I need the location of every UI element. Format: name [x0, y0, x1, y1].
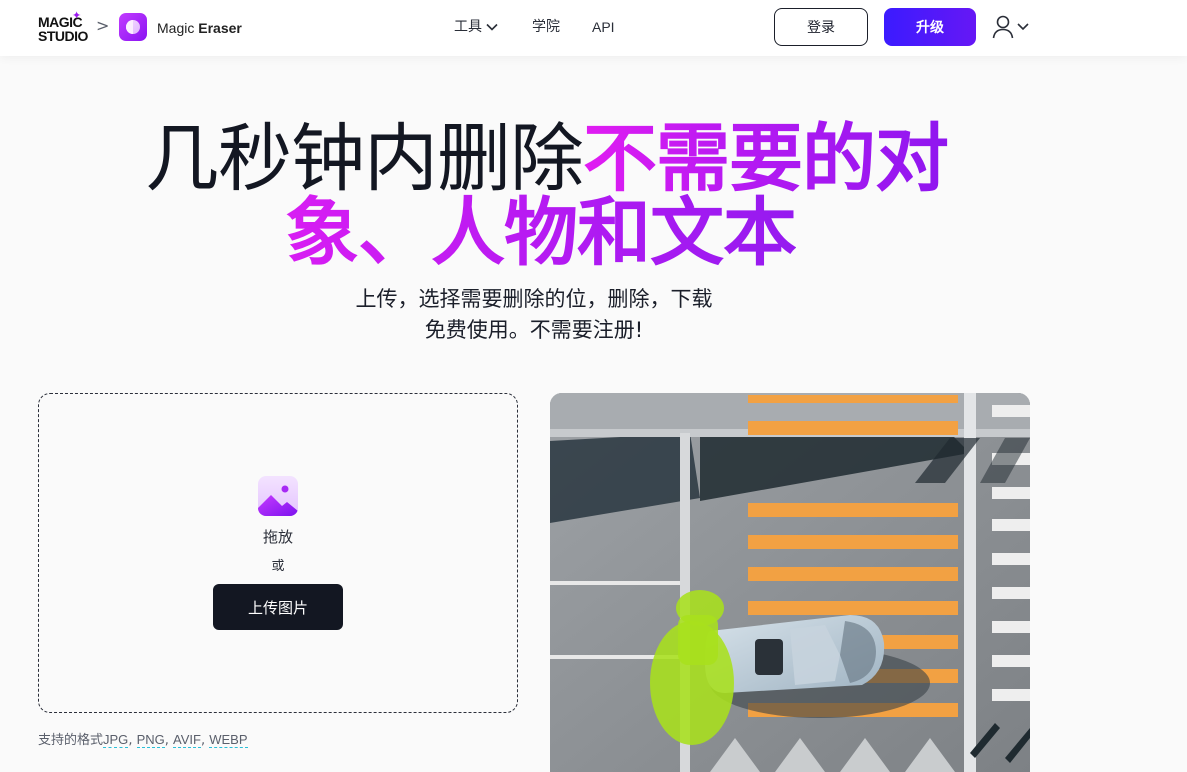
- breadcrumb-separator: >: [96, 16, 110, 35]
- product-name-bold: Eraser: [198, 20, 242, 36]
- hero-subtitle-line-2: 免费使用。不需要注册!: [424, 318, 644, 342]
- upload-dropzone[interactable]: 拖放 或 上传图片: [38, 393, 518, 713]
- login-button[interactable]: 登录: [774, 8, 868, 46]
- hero-title-line-2: 象、人物和文本: [285, 190, 797, 276]
- formats-prefix: 支持的格式: [38, 733, 104, 748]
- nav-tools-label: 工具: [454, 19, 482, 35]
- image-icon: [258, 476, 298, 516]
- street-car-illustration: [550, 393, 1030, 772]
- hero-title-highlight-2: 象、人物和文本: [285, 190, 797, 276]
- magic-eraser-icon[interactable]: [119, 13, 147, 41]
- nav-tools-menu[interactable]: 工具: [454, 17, 498, 37]
- hero-title-line-1: 几秒钟内删除不需要的对: [145, 117, 949, 201]
- logo-text-studio: STUDIO: [38, 28, 88, 44]
- sparkle-icon: ✦: [72, 9, 82, 22]
- product-name-prefix: Magic: [157, 20, 195, 36]
- demo-preview-image: [550, 393, 1030, 772]
- user-icon: [992, 15, 1029, 39]
- nav-api-link[interactable]: API: [592, 17, 615, 37]
- upgrade-button[interactable]: 升级: [884, 8, 976, 46]
- format-webp[interactable]: WEBP: [209, 732, 248, 748]
- format-png[interactable]: PNG: [136, 732, 165, 748]
- user-menu-button[interactable]: [992, 14, 1032, 40]
- supported-formats: 支持的格式JPG, PNG, AVIF, WEBP: [38, 732, 248, 748]
- top-header: MAGIC STUDIO ✦ > Magic Eraser 工具 学院 API …: [0, 0, 1187, 56]
- format-jpg[interactable]: JPG: [103, 732, 129, 748]
- nav-academy-link[interactable]: 学院: [532, 17, 560, 37]
- product-name[interactable]: Magic Eraser: [157, 18, 242, 38]
- drag-drop-label: 拖放: [262, 528, 293, 546]
- magic-studio-logo[interactable]: MAGIC STUDIO ✦: [38, 9, 90, 44]
- chevron-down-icon: [486, 17, 498, 37]
- hero-subtitle-line-1: 上传，选择需要删除的位，删除，下载: [355, 287, 713, 311]
- or-label: 或: [271, 559, 285, 574]
- upload-image-button[interactable]: 上传图片: [213, 584, 343, 630]
- format-avif[interactable]: AVIF: [173, 732, 201, 748]
